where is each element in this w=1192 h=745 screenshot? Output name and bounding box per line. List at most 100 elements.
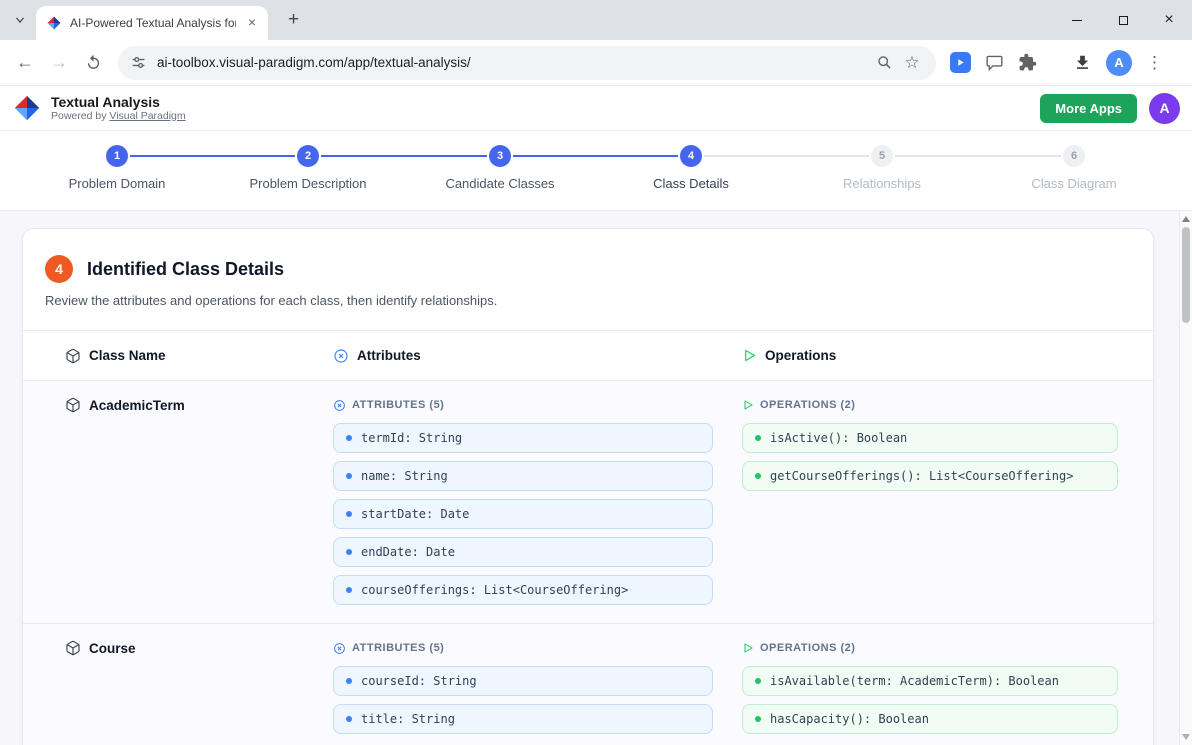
attribute-text: courseId: String [361,674,477,688]
extensions-puzzle-icon[interactable] [1018,53,1037,72]
section-label-text: OPERATIONS (2) [760,642,855,654]
box-icon [65,397,81,413]
page-scrollbar[interactable] [1179,211,1192,745]
attribute-text: startDate: Date [361,507,469,521]
browser-toolbar: ← → ai-toolbox.visual-paradigm.com/app/t… [0,40,1192,86]
section-label-text: ATTRIBUTES (5) [352,399,444,411]
attribute-chip: courseOfferings: List<CourseOffering> [333,575,713,605]
tab-search-chevron-icon[interactable] [8,8,32,32]
maximize-icon [1119,16,1128,25]
attribute-list: courseId: String title: String [333,666,713,734]
app-header: Textual Analysis Powered by Visual Parad… [0,86,1192,131]
operation-chip: isActive(): Boolean [742,423,1118,453]
page-title: Identified Class Details [87,259,284,280]
bullet-dot [755,473,761,479]
page-subtitle: Review the attributes and operations for… [45,293,1131,308]
attributes-cell: ATTRIBUTES (5) termId: String name: Stri… [333,397,742,605]
attributes-section-label: ATTRIBUTES (5) [333,397,742,413]
scrollbar-thumb[interactable] [1182,227,1190,323]
class-name: Course [89,641,136,656]
operation-text: getCourseOfferings(): List<CourseOfferin… [770,469,1073,483]
class-details-card: 4 Identified Class Details Review the at… [22,228,1154,745]
step-class-diagram[interactable]: 6 Class Diagram [994,145,1154,191]
operations-section-label: OPERATIONS (2) [742,640,1153,656]
user-avatar[interactable]: A [1149,93,1180,124]
step-label: Problem Description [228,176,388,191]
step-circle[interactable]: 1 [106,145,128,167]
step-label: Problem Domain [37,176,197,191]
step-problem-description[interactable]: 2 Problem Description [228,145,388,191]
operation-chip: getCourseOfferings(): List<CourseOfferin… [742,461,1118,491]
attributes-section-label: ATTRIBUTES (5) [333,640,742,656]
operation-text: isActive(): Boolean [770,431,907,445]
downloads-icon[interactable] [1073,53,1092,72]
bullet-dot [346,549,352,555]
visual-paradigm-link[interactable]: Visual Paradigm [109,110,185,122]
extension-icon[interactable] [950,52,971,73]
bookmark-star-icon[interactable]: ☆ [900,51,924,75]
window-close-button[interactable]: × [1146,0,1192,40]
section-label-text: OPERATIONS (2) [760,399,855,411]
attribute-chip: endDate: Date [333,537,713,567]
url-bar[interactable]: ai-toolbox.visual-paradigm.com/app/textu… [118,46,936,80]
browser-menu-kebab-icon[interactable]: ⋮ [1146,53,1163,73]
tab-title: AI-Powered Textual Analysis for [70,16,236,30]
zoom-icon[interactable] [872,51,896,75]
operation-chip: isAvailable(term: AcademicTerm): Boolean [742,666,1118,696]
column-label: Operations [765,348,836,363]
tab-close-icon[interactable]: × [244,15,260,31]
more-apps-button[interactable]: More Apps [1040,94,1137,123]
url-text[interactable]: ai-toolbox.visual-paradigm.com/app/textu… [157,55,868,70]
reload-button[interactable] [78,48,108,78]
powered-by: Powered by Visual Paradigm [51,110,186,123]
attributes-cell: ATTRIBUTES (5) courseId: String title: S… [333,640,742,734]
step-circle[interactable]: 4 [680,145,702,167]
bullet-dot [755,435,761,441]
site-settings-icon[interactable] [130,54,147,71]
operations-play-icon [742,348,757,363]
bullet-dot [755,716,761,722]
bullet-dot [346,511,352,517]
window-minimize-button[interactable] [1054,0,1100,40]
class-name: AcademicTerm [89,398,185,413]
operation-list: isAvailable(term: AcademicTerm): Boolean… [742,666,1118,734]
step-circle[interactable]: 6 [1063,145,1085,167]
back-button[interactable]: ← [10,48,40,78]
window-maximize-button[interactable] [1100,0,1146,40]
step-number-badge: 4 [45,255,73,283]
class-row-course: Course ATTRIBUTES (5) courseId: String t… [23,624,1153,745]
operation-text: hasCapacity(): Boolean [770,712,929,726]
step-label: Relationships [802,176,962,191]
attribute-text: termId: String [361,431,462,445]
column-label: Attributes [357,348,421,363]
minimize-icon [1072,20,1082,21]
operation-text: isAvailable(term: AcademicTerm): Boolean [770,674,1059,688]
new-tab-button[interactable]: + [281,8,306,33]
attribute-chip: name: String [333,461,713,491]
step-circle[interactable]: 2 [297,145,319,167]
browser-tab-strip: AI-Powered Textual Analysis for × + × [0,0,1192,40]
browser-tab[interactable]: AI-Powered Textual Analysis for × [36,6,268,40]
step-candidate-classes[interactable]: 3 Candidate Classes [420,145,580,191]
step-class-details[interactable]: 4 Class Details [611,145,771,191]
window-controls: × [1054,0,1192,40]
scrollbar-down-arrow[interactable] [1182,734,1190,740]
favicon-visual-paradigm [46,15,62,31]
column-header-operations: Operations [742,348,1153,363]
operation-chip: hasCapacity(): Boolean [742,704,1118,734]
class-row-academicterm: AcademicTerm ATTRIBUTES (5) termId: Stri… [23,381,1153,624]
forward-button[interactable]: → [44,48,74,78]
table-header-row: Class Name Attributes Operations [23,331,1153,381]
scrollbar-up-arrow[interactable] [1182,216,1190,222]
class-details-table: Class Name Attributes Operations Academi… [23,330,1153,745]
browser-profile-avatar[interactable]: A [1106,50,1132,76]
step-circle[interactable]: 3 [489,145,511,167]
step-circle[interactable]: 5 [871,145,893,167]
step-label: Candidate Classes [420,176,580,191]
step-relationships[interactable]: 5 Relationships [802,145,962,191]
step-problem-domain[interactable]: 1 Problem Domain [37,145,197,191]
bullet-dot [346,587,352,593]
chat-bubble-icon[interactable] [985,53,1004,72]
bullet-dot [346,678,352,684]
card-header: 4 Identified Class Details [23,229,1153,283]
